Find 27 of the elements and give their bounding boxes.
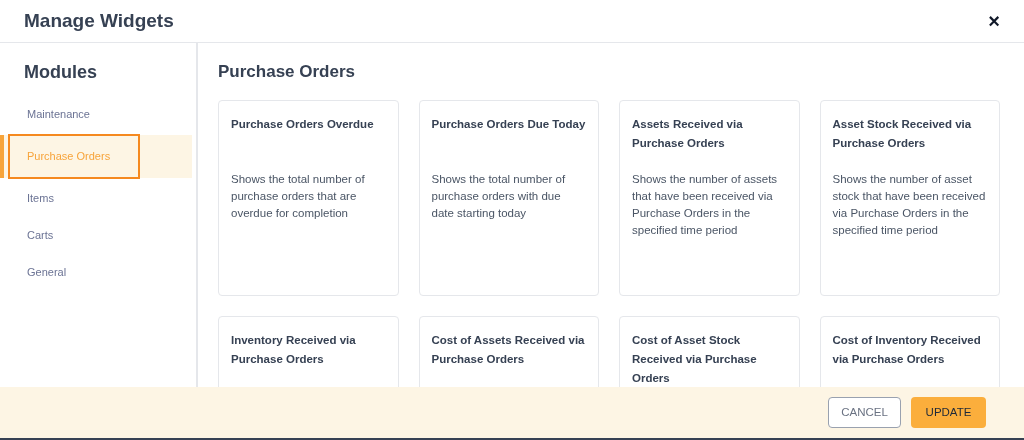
sidebar-item[interactable]: General [0, 256, 192, 289]
widget-description: Shows the number of asset stock that have been received via Purchase Orders in the specified time period [832, 171, 987, 238]
widget-title: Inventory Received via Purchase Orders [231, 332, 357, 367]
sidebar-title: Modules [23, 61, 98, 84]
widget-card[interactable]: Assets Received via Purchase Orders Shows the number of assets that have been received via Purchase Orders in the specified time period [619, 99, 800, 296]
widget-title: Cost of Assets Received via Purchase Orders [431, 332, 586, 367]
selected-outline: Purchase Orders [8, 134, 141, 179]
widget-description: Shows the total number of purchase orders that are overdue for completion [231, 171, 366, 221]
widget-title: Purchase Orders Overdue [231, 116, 375, 132]
cancel-button[interactable]: CANCEL [828, 397, 901, 428]
widget-card[interactable]: Purchase Orders Due Today Shows the total number of purchase orders with due date starting today [418, 99, 599, 296]
widget-title: Purchase Orders Due Today [431, 116, 586, 132]
widget-description: Shows the number of assets that have been received via Purchase Orders in the specified time period [632, 171, 779, 238]
widget-title: Asset Stock Received via Purchase Orders [832, 116, 973, 151]
widget-card[interactable]: Asset Stock Received via Purchase Orders Shows the number of asset stock that have been received via Purchase Orders in the specified time period [819, 99, 1000, 296]
widget-card[interactable]: Purchase Orders Overdue Shows the total number of purchase orders that are overdue for completion [218, 99, 399, 296]
section-title: Purchase Orders [218, 61, 356, 83]
sidebar-item[interactable]: Items [0, 182, 192, 215]
widget-title: Cost of Asset Stock Received via Purchase Orders [632, 332, 758, 386]
window-title: Manage Widgets [24, 8, 174, 33]
widget-title: Cost of Inventory Received via Purchase Orders [832, 332, 982, 367]
widget-description: Shows the total number of purchase orders with due date starting today [431, 171, 567, 221]
sidebar-item[interactable]: Carts [0, 219, 192, 252]
close-button[interactable]: × [988, 11, 1000, 31]
update-button[interactable]: UPDATE [911, 397, 986, 428]
sidebar-item[interactable]: Maintenance [0, 98, 192, 131]
widget-title: Assets Received via Purchase Orders [632, 116, 744, 151]
